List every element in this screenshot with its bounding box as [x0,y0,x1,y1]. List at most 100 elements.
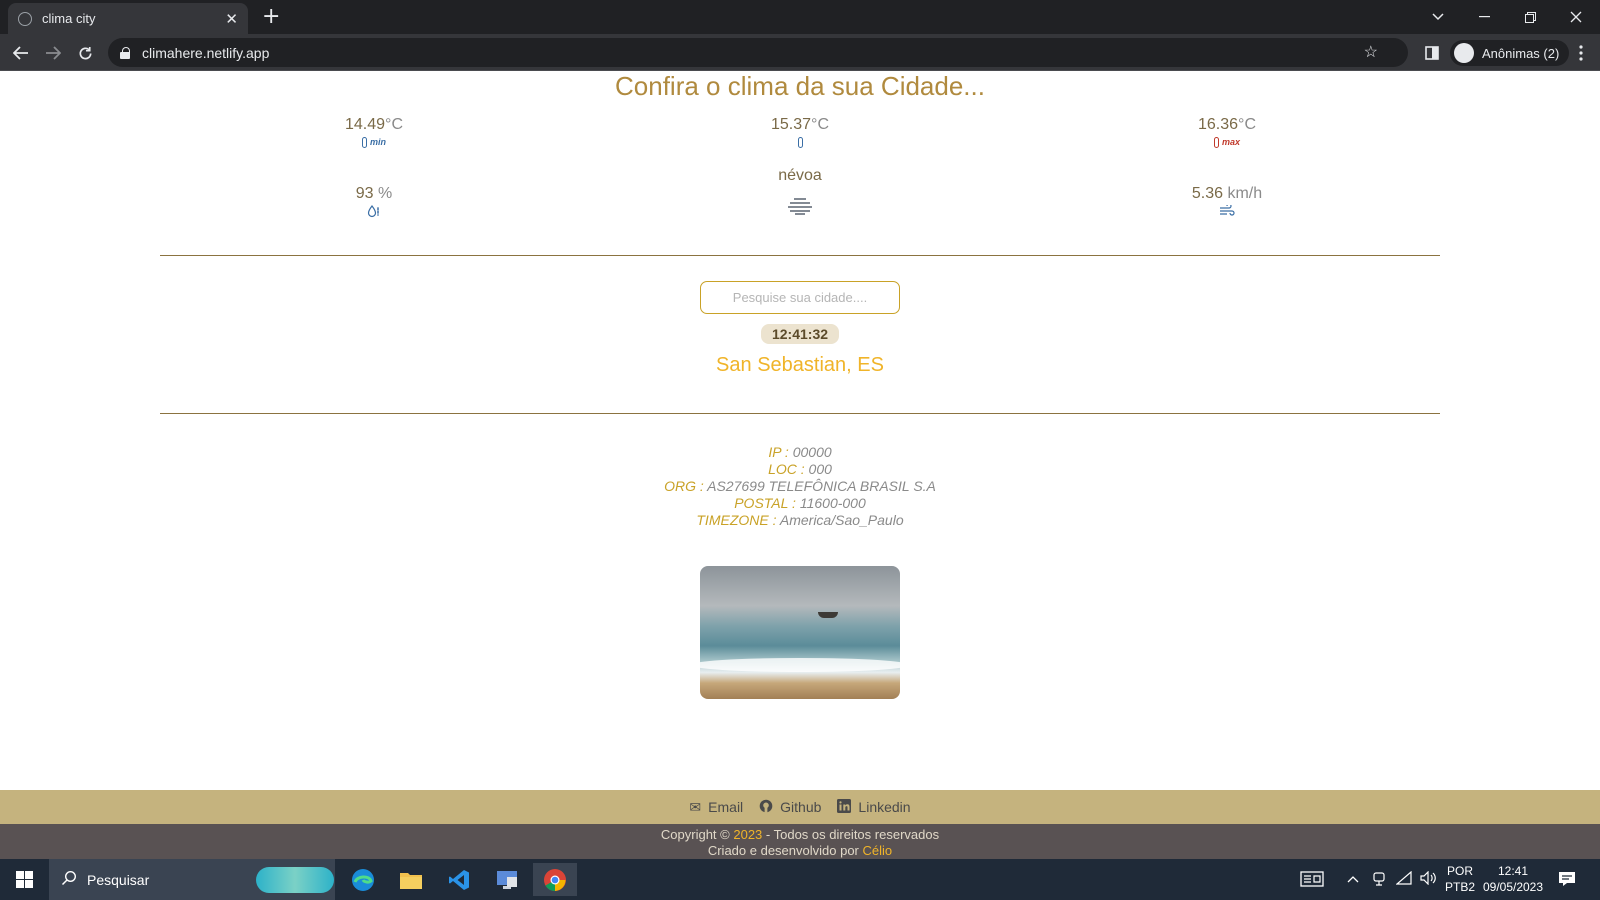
windows-start-icon[interactable] [16,871,33,888]
file-explorer-icon[interactable] [389,863,433,896]
copyright-suffix: - Todos os direitos reservados [765,827,940,842]
language-indicator[interactable]: POR PTB2 [1442,863,1478,895]
humidity-block: 93 % [304,185,444,218]
footer-link-label: Email [708,799,744,815]
star-icon[interactable]: ☆ [1364,42,1378,62]
meet-now-icon[interactable] [1372,871,1386,891]
ip-info-value: 00000 [792,444,832,460]
fog-icon [730,197,870,215]
temp-min-value: 14.49 [345,116,386,133]
footer-link-label: Linkedin [858,799,911,815]
ip-info-list: IP : 00000 LOC : 000 ORG : AS27699 TELEF… [0,444,1600,529]
linkedin-icon [837,798,852,816]
back-arrow-icon[interactable] [8,40,34,66]
ip-info-value: 11600-000 [799,495,866,511]
windows-taskbar: Pesquisar POR PTB2 12:41 09/05/2023 [0,859,1600,900]
temp-max-unit: °C [1238,116,1256,133]
lock-icon[interactable] [120,46,130,59]
temp-max-label: max [1221,137,1240,147]
wifi-icon[interactable] [1395,870,1412,889]
notifications-icon[interactable] [1558,871,1576,891]
edge-icon[interactable] [341,863,385,896]
tab-search-icon[interactable] [1416,0,1460,34]
ip-info-row: TIMEZONE : America/Sao_Paulo [0,512,1600,529]
address-bar[interactable]: climahere.netlify.app ☆ [108,38,1408,67]
temp-min-unit: °C [385,116,403,133]
restore-icon[interactable] [1508,0,1552,34]
photo-boat [818,612,838,618]
kebab-menu-icon[interactable] [1568,40,1594,66]
taskbar-search-label: Pesquisar [87,871,150,888]
forward-arrow-icon[interactable] [40,40,66,66]
temp-min-block: 14.49°C min [304,116,444,149]
search-highlight-icon [256,867,334,893]
page-content: Confira o clima da sua Cidade... 14.49°C… [0,71,1600,859]
ip-info-value: America/Sao_Paulo [779,512,904,528]
new-tab-button[interactable]: + [262,5,280,29]
footer-links: ✉ Email Github Linkedin [0,790,1600,824]
remote-desktop-icon[interactable] [485,863,529,896]
keyboard-layout: PTB2 [1444,880,1475,894]
browser-tab-bar: clima city ✕ + [0,0,1600,34]
incognito-profile-button[interactable]: Anônimas (2) [1450,40,1570,66]
temp-max-value: 16.36 [1198,116,1239,133]
footer-link-label: Github [780,799,822,815]
volume-icon[interactable] [1420,870,1436,889]
credit-name[interactable]: Célio [863,843,893,858]
minimize-icon[interactable] [1462,0,1506,34]
footer-link-linkedin[interactable]: Linkedin [837,798,911,816]
thermometer-cold-icon [361,136,367,148]
vscode-icon[interactable] [437,863,481,896]
temp-max-block: 16.36°C max [1157,116,1297,149]
humidity-value: 93 [355,185,374,202]
chevron-up-icon[interactable] [1347,871,1359,887]
browser-tab[interactable]: clima city ✕ [8,3,248,34]
credit-prefix: Criado e desenvolvido por [707,843,859,858]
url-text: climahere.netlify.app [142,44,270,61]
thermometer-icon [797,136,803,148]
thermometer-hot-icon [1213,136,1219,148]
side-panel-icon[interactable] [1419,40,1445,66]
globe-icon [18,11,32,26]
clock-tray[interactable]: 12:41 09/05/2023 [1476,863,1550,895]
footer-link-github[interactable]: Github [759,799,821,816]
taskbar-search[interactable]: Pesquisar [49,859,335,900]
temp-now-unit: °C [811,116,829,133]
github-icon [759,799,773,816]
ip-info-key: TIMEZONE : [696,512,777,528]
copyright-line: Copyright © 2023 - Todos os direitos res… [0,827,1600,843]
ip-info-row: POSTAL : 11600-000 [0,495,1600,512]
footer-link-email[interactable]: ✉ Email [689,799,743,816]
city-search-input[interactable] [700,281,900,314]
incognito-icon [1454,43,1474,63]
close-window-icon[interactable] [1554,0,1598,34]
ip-info-row: IP : 00000 [0,444,1600,461]
wind-value: 5.36 [1191,185,1223,202]
copyright-prefix: Copyright © [660,827,730,842]
weather-photo [700,566,900,699]
wind-unit: km/h [1227,185,1263,202]
humidity-unit: % [378,185,393,202]
envelope-icon: ✉ [689,798,702,815]
news-widget-icon[interactable] [1300,871,1324,891]
tray-date: 09/05/2023 [1482,880,1544,894]
divider-bottom [160,413,1440,414]
city-name: San Sebastian, ES [716,354,884,376]
copyright-year: 2023 [733,827,763,842]
ip-info-key: ORG : [664,478,704,494]
temp-min-label: min [369,137,386,147]
tab-title: clima city [42,11,96,26]
profile-label: Anônimas (2) [1482,45,1560,61]
chrome-icon[interactable] [533,863,577,896]
ip-info-key: LOC : [768,461,805,477]
weather-description-block: névoa [730,167,870,215]
tray-time: 12:41 [1497,864,1529,878]
temp-now-block: 15.37°C [730,116,870,149]
temp-now-value: 15.37 [771,116,812,133]
clock-badge: 12:41:32 [761,324,839,344]
reload-icon[interactable] [72,40,98,66]
ip-info-value: AS27699 TELEFÔNICA BRASIL S.A [707,478,936,494]
tab-close-icon[interactable]: ✕ [225,10,238,28]
language-code: POR [1446,864,1473,878]
ip-info-value: 000 [808,461,832,477]
